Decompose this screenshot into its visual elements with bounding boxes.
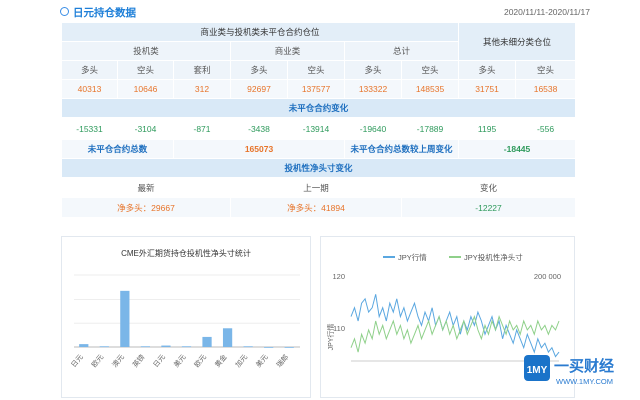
table-title-other: 其他未细分类仓位 — [458, 22, 577, 61]
net-header-change: 变化 — [400, 177, 577, 198]
y-axis-label: JPY行情 — [326, 324, 335, 351]
col-header: 套利 — [173, 60, 231, 80]
circle-icon — [60, 7, 69, 16]
net-title: 投机性净头寸变化 — [60, 158, 577, 178]
logo-text: 一买财经 — [554, 357, 614, 375]
group-total: 总计 — [343, 41, 460, 61]
change-cell: -17889 — [400, 117, 460, 140]
tick-label: 加元 — [233, 353, 249, 370]
value-cell: 133322 — [344, 79, 402, 99]
y-tick-label: 120 — [332, 272, 345, 281]
legend-label[interactable]: JPY投机性净头寸 — [464, 252, 523, 262]
tick-label: 日元 — [152, 353, 167, 369]
svg-text:1MY: 1MY — [527, 365, 548, 376]
value-cell: 40313 — [61, 79, 118, 99]
bar — [202, 336, 212, 347]
bar — [140, 346, 151, 348]
logo-url: WWW.1MY.COM — [556, 377, 613, 386]
bar — [161, 345, 171, 347]
y-right-tick-label: 200 000 — [534, 272, 561, 281]
net-header-latest: 最新 — [61, 177, 231, 198]
bar — [99, 346, 109, 348]
tick-label: 美元 — [172, 353, 188, 370]
col-header: 多头 — [458, 60, 517, 80]
change-cell: -15331 — [61, 117, 118, 140]
tick-label: 瑞郎 — [274, 353, 290, 370]
tick-label: 美元 — [254, 353, 270, 370]
bar — [264, 347, 274, 348]
change-cell: 1195 — [458, 117, 517, 140]
value-cell: 148535 — [400, 79, 460, 99]
change-cell: -19640 — [344, 117, 402, 140]
tick-label: 黄金 — [213, 353, 229, 370]
bar — [243, 346, 253, 348]
value-cell: 10646 — [117, 79, 174, 99]
col-header: 多头 — [344, 60, 402, 80]
legend-label[interactable]: JPY行情 — [398, 252, 427, 262]
net-header-prev: 上一期 — [230, 177, 402, 198]
change-cell: -556 — [515, 117, 577, 140]
table-title-main: 商业类与投机类未平仓合约仓位 — [60, 22, 460, 42]
value-cell: 137577 — [287, 79, 345, 99]
weekly-change-label: 未平仓合约总数较上周变化 — [343, 139, 460, 159]
tick-label: 欧元 — [192, 353, 208, 370]
bar-chart-panel: CME外汇期货持仓投机性净头寸统计 日元 欧元 澳元 英镑 日元 美元 欧元 黄金 加元 美元 瑞郎 — [61, 236, 311, 398]
group-comm: 商业类 — [230, 41, 345, 61]
chart-title: CME外汇期货持仓投机性净头寸统计 — [121, 248, 251, 258]
value-cell: 31751 — [458, 79, 517, 99]
bar — [120, 290, 130, 347]
weekly-change-value: -18445 — [458, 139, 577, 159]
total-label: 未平仓合约总数 — [61, 139, 174, 159]
bar — [79, 344, 89, 347]
tick-label: 日元 — [70, 353, 85, 369]
tick-label: 欧元 — [89, 353, 105, 370]
net-latest: 净多头：29667 — [61, 197, 231, 218]
tick-label: 澳元 — [110, 353, 126, 370]
col-header: 空头 — [287, 60, 345, 80]
value-cell: 92697 — [230, 79, 288, 99]
bar — [284, 347, 294, 348]
value-cell: 16538 — [515, 79, 577, 99]
site-logo: 1MY 一买财经 WWW.1MY.COM — [524, 355, 614, 386]
net-change: -12227 — [400, 197, 577, 218]
positions-table: 商业类与投机类未平仓合约仓位 其他未细分类仓位 投机类 商业类 总计 多头 空头… — [60, 22, 577, 218]
tick-label: 英镑 — [131, 353, 147, 370]
col-header: 多头 — [61, 60, 118, 80]
net-prev: 净多头：41894 — [230, 197, 402, 218]
section-header: 日元持仓数据 2020/11/11-2020/11/17 — [60, 4, 590, 20]
change-cell: -3104 — [117, 117, 174, 140]
group-spec: 投机类 — [61, 41, 231, 61]
value-cell: 312 — [173, 79, 231, 99]
section-title: 日元持仓数据 — [73, 7, 136, 19]
col-header: 空头 — [515, 60, 577, 80]
change-cell: -13914 — [287, 117, 345, 140]
change-title: 未平仓合约变化 — [60, 98, 577, 118]
change-cell: -3438 — [230, 117, 288, 140]
bar-chart: CME外汇期货持仓投机性净头寸统计 日元 欧元 澳元 英镑 日元 美元 欧元 黄金 加元 美元 瑞郎 — [70, 248, 300, 370]
col-header: 多头 — [230, 60, 288, 80]
total-value: 165073 — [173, 139, 345, 159]
col-header: 空头 — [117, 60, 174, 80]
bar — [222, 328, 233, 347]
col-header: 空头 — [400, 60, 460, 80]
date-range: 2020/11/11-2020/11/17 — [503, 7, 590, 17]
change-cell: -871 — [173, 117, 231, 140]
bar — [181, 346, 192, 348]
